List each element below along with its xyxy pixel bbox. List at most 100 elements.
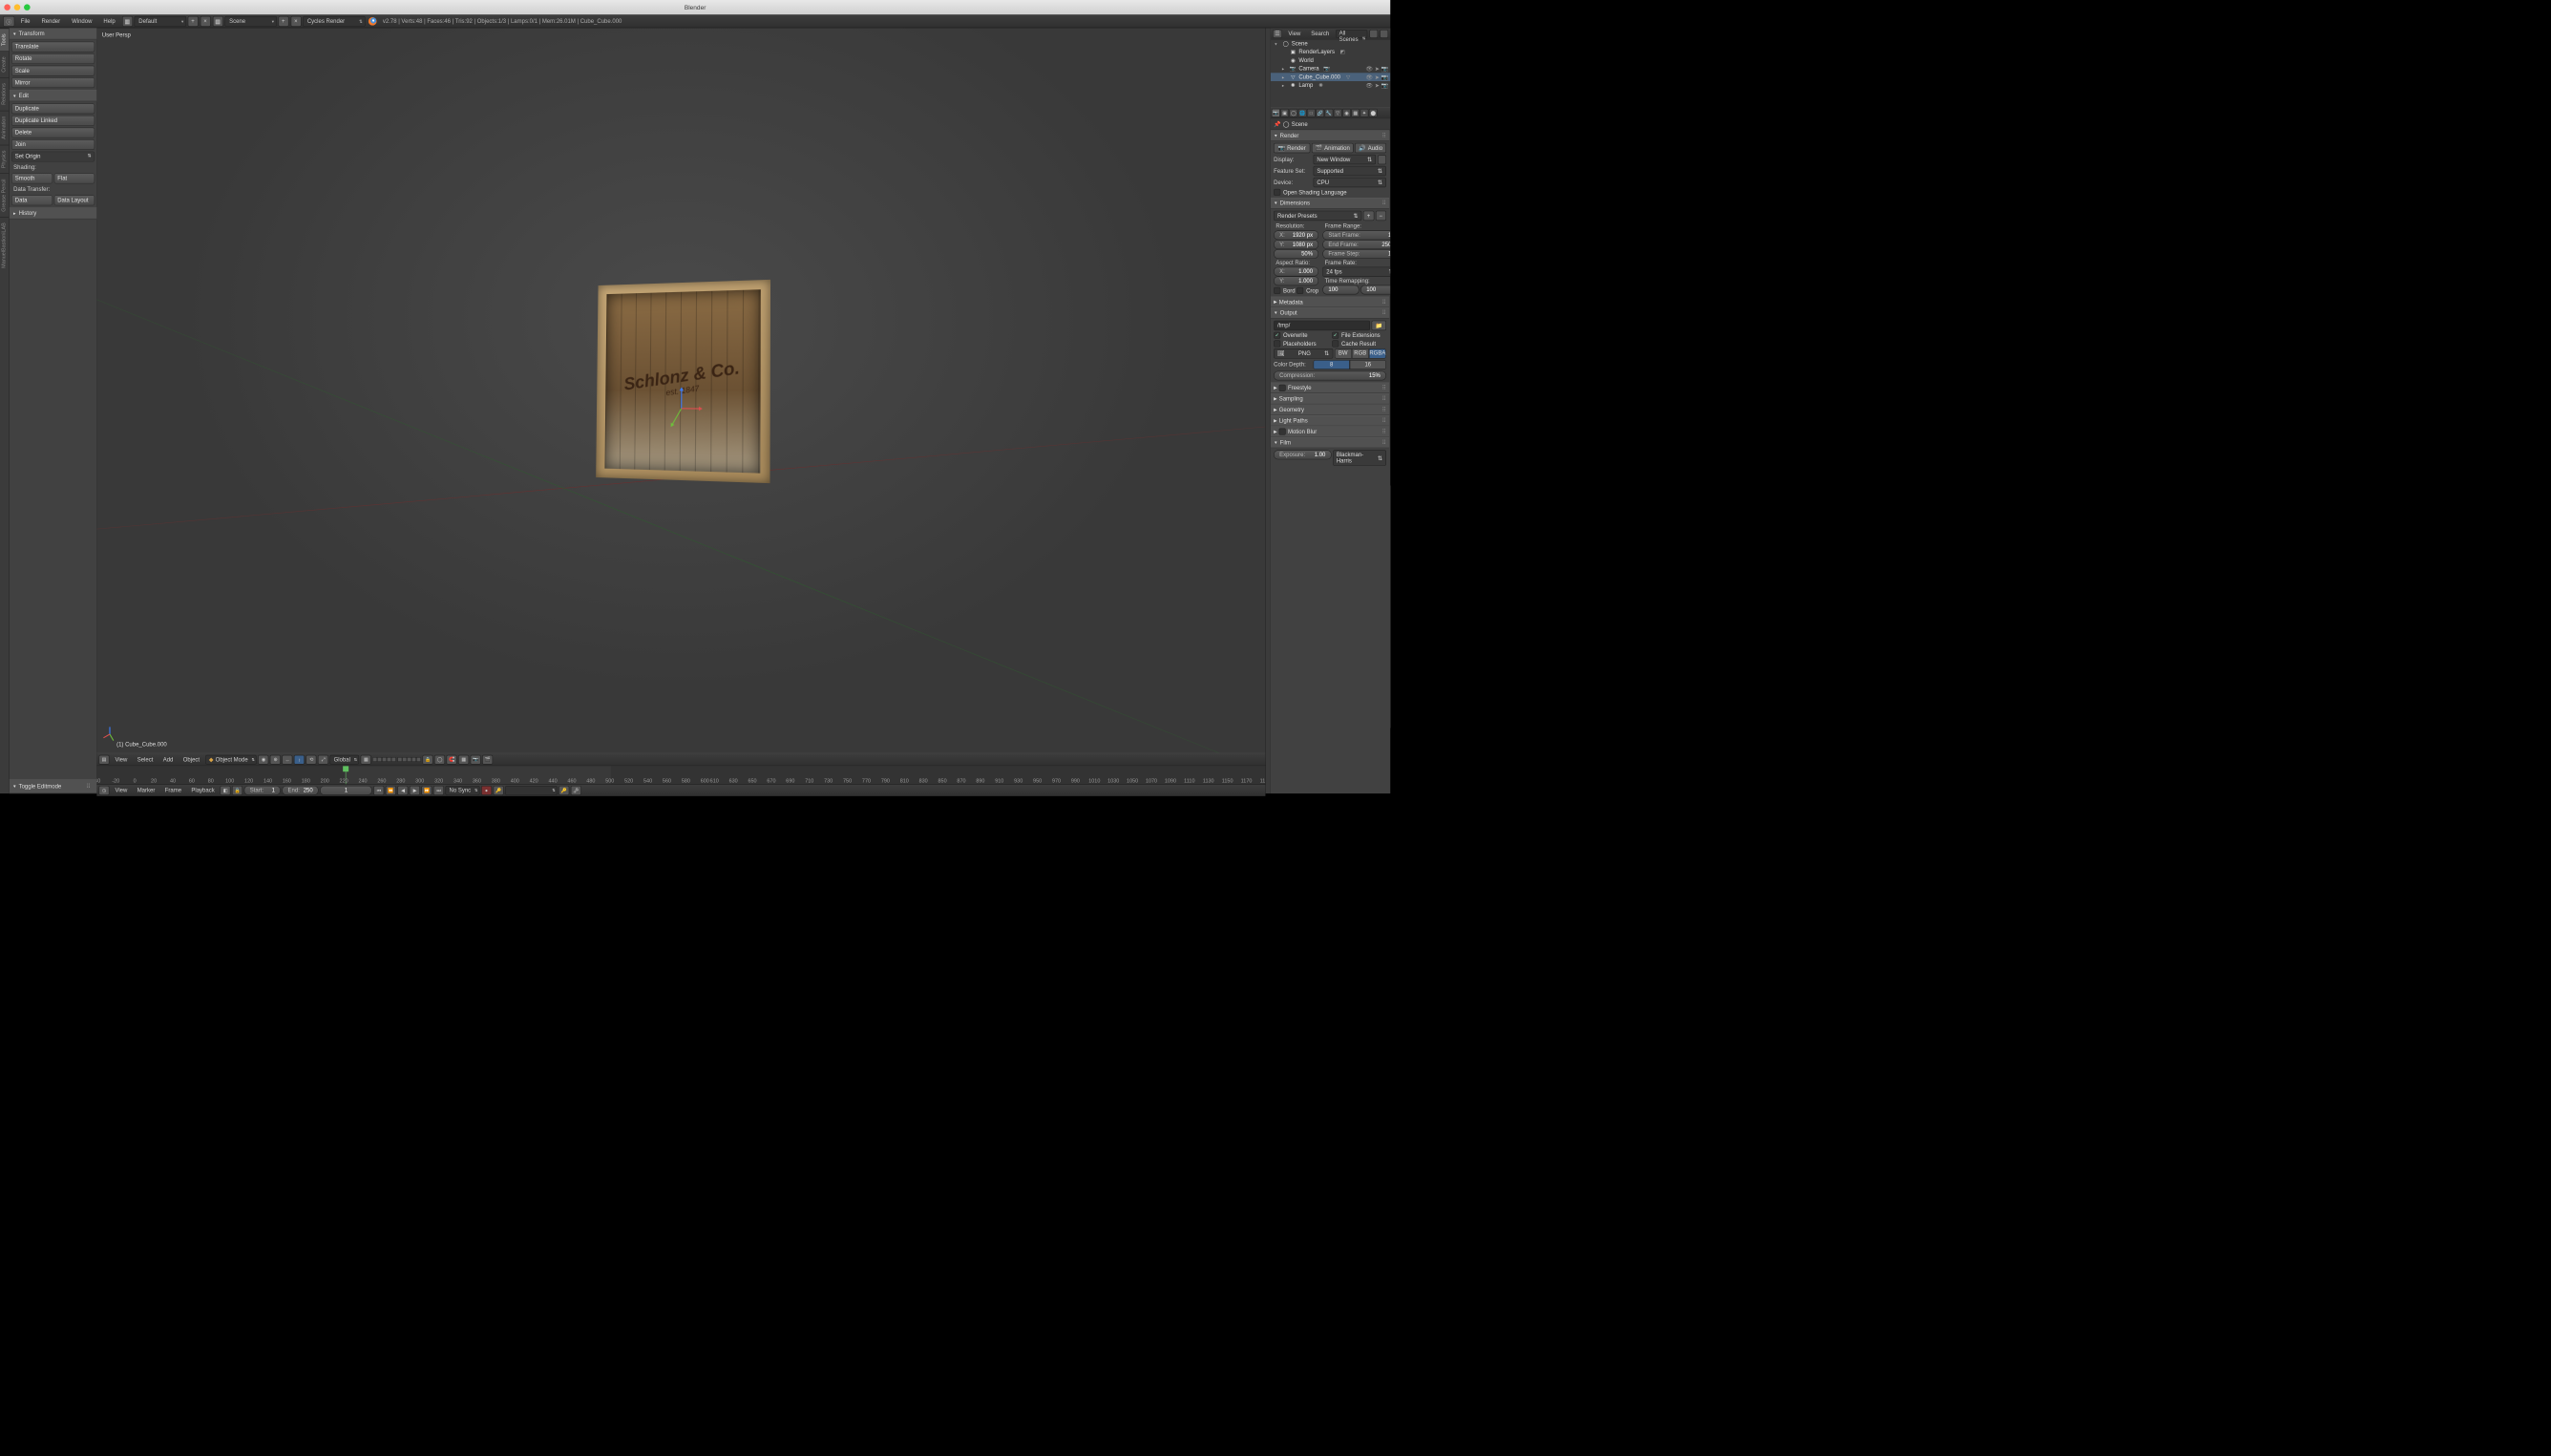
depth-16-button[interactable]: 16	[1350, 360, 1386, 369]
view3d-menu-select[interactable]: Select	[133, 756, 157, 763]
del-screen-icon[interactable]: ×	[200, 16, 211, 27]
props-scroll[interactable]: ▼Render⠿ 📷Render 🎬Animation 🔊Audio Displ…	[1271, 130, 1390, 793]
delete-key-icon[interactable]: 🗝	[571, 786, 581, 795]
sec-film-hdr[interactable]: ▼Film⠿	[1271, 437, 1389, 448]
mirror-button[interactable]: Mirror	[11, 77, 95, 88]
manip-rotate-icon[interactable]: ⟲	[306, 755, 317, 765]
manip-translate-icon[interactable]: ↕	[294, 755, 305, 765]
manip-scale-icon[interactable]: ⤢	[318, 755, 328, 765]
animation-button[interactable]: 🎬Animation	[1312, 143, 1354, 153]
props-tab-scene[interactable]: ◯	[1290, 109, 1298, 117]
add-screen-icon[interactable]: +	[188, 16, 199, 27]
remap-new-field[interactable]: 100	[1360, 285, 1390, 295]
sec-geometry-hdr[interactable]: ▶Geometry⠿	[1271, 404, 1389, 414]
add-scene-icon[interactable]: +	[278, 16, 288, 27]
scene-dd[interactable]: Scene▾	[224, 16, 277, 27]
panel-history-hdr[interactable]: ▼History	[10, 207, 97, 219]
format-dd[interactable]: 🖼PNG⇅	[1274, 348, 1333, 358]
current-frame-field[interactable]: 1	[320, 786, 372, 795]
compression-field[interactable]: Compression:15%	[1274, 371, 1386, 381]
render-button[interactable]: 📷Render	[1274, 143, 1310, 153]
sync-mode-dd[interactable]: No Sync⇅	[446, 786, 480, 795]
layers-widget[interactable]	[372, 757, 421, 762]
end-frame-prop[interactable]: End Frame:250	[1322, 240, 1390, 249]
placeholders-checkbox[interactable]: Placeholders	[1274, 340, 1328, 347]
manipulator-x-icon[interactable]	[682, 408, 703, 409]
jump-prev-key-icon[interactable]: ⏪	[386, 786, 396, 795]
res-pct-field[interactable]: 50%	[1274, 249, 1318, 259]
frame-step-prop[interactable]: Frame Step:1	[1322, 249, 1390, 259]
vtab-grease-pencil[interactable]: Grease Pencil	[0, 173, 9, 217]
delete-button[interactable]: Delete	[11, 128, 95, 138]
aspect-x-field[interactable]: X:1.000	[1274, 267, 1318, 277]
file-ext-checkbox[interactable]: ✓File Extensions	[1332, 332, 1386, 339]
menu-file[interactable]: File	[15, 18, 35, 25]
vtab-animation[interactable]: Animation	[0, 111, 9, 145]
orientation-dd[interactable]: Global⇅	[330, 755, 359, 765]
vtab-tools[interactable]: Tools	[0, 28, 9, 51]
props-tab-particles[interactable]: ✦	[1360, 109, 1369, 117]
timeline-menu-marker[interactable]: Marker	[133, 788, 158, 794]
browse-output-icon[interactable]: 📁	[1372, 321, 1386, 330]
lock-range-icon[interactable]: 🔒	[232, 786, 242, 795]
depth-8-button[interactable]: 8	[1314, 360, 1350, 369]
manipulator-z-icon[interactable]	[681, 388, 682, 409]
pixel-filter-dd[interactable]: Blackman-Harris⇅	[1333, 450, 1386, 465]
screen-layout-dd[interactable]: Default▾	[134, 16, 186, 27]
lock-interface-icon[interactable]	[1378, 155, 1386, 164]
border-checkbox[interactable]: Bord	[1274, 287, 1295, 294]
outliner-menu-view[interactable]: View	[1284, 31, 1305, 37]
sec-freestyle-hdr[interactable]: ▶Freestyle⠿	[1271, 383, 1389, 393]
del-scene-icon[interactable]: ×	[290, 16, 301, 27]
outliner-row[interactable]: ▣RenderLayers◩	[1271, 48, 1390, 56]
output-path-field[interactable]: /tmp/	[1274, 321, 1370, 330]
viewport-object[interactable]: Schlonz & Co. est. 1847	[596, 280, 770, 483]
outliner-row[interactable]: ▾◯Scene	[1271, 39, 1390, 48]
set-origin-dd[interactable]: Set Origin⇅	[11, 152, 95, 162]
outliner-plus-icon[interactable]	[1380, 30, 1388, 38]
device-dd[interactable]: CPU⇅	[1314, 178, 1386, 187]
vtab-physics[interactable]: Physics	[0, 144, 9, 173]
shading-dd-icon[interactable]: ◉	[259, 755, 269, 765]
jump-end-icon[interactable]: ⏭	[433, 786, 444, 795]
menu-window[interactable]: Window	[67, 18, 97, 25]
blender-icon[interactable]: ⓘ	[3, 16, 14, 27]
data-layout-button[interactable]: Data Layout	[53, 195, 95, 205]
props-tab-texture[interactable]: ▦	[1351, 109, 1360, 117]
props-tab-render[interactable]: 📷	[1272, 109, 1280, 117]
color-rgb-button[interactable]: RGB	[1352, 348, 1369, 358]
keying-set-dd[interactable]: ⇅	[505, 786, 558, 795]
smooth-button[interactable]: Smooth	[11, 173, 53, 183]
end-frame-field[interactable]: End:250	[283, 786, 319, 795]
color-bw-button[interactable]: BW	[1335, 348, 1352, 358]
outliner-row[interactable]: ▸▽Cube_Cube.000▽👁➤📷	[1271, 73, 1390, 81]
rotate-button[interactable]: Rotate	[11, 53, 95, 64]
snap-mode-icon[interactable]: ▦	[458, 755, 469, 765]
vtab-create[interactable]: Create	[0, 52, 9, 78]
timeline-editor-icon[interactable]: ◷	[99, 786, 110, 795]
editor-type-icon[interactable]: ▤	[99, 755, 110, 765]
insert-key-icon[interactable]: 🔑	[559, 786, 569, 795]
view3d-menu-object[interactable]: Object	[179, 756, 203, 763]
props-tab-modifiers[interactable]: 🔧	[1325, 109, 1334, 117]
keying-set-icon[interactable]: 🔑	[494, 786, 504, 795]
preset-add-icon[interactable]: +	[1363, 211, 1374, 221]
menu-render[interactable]: Render	[36, 18, 66, 25]
res-x-field[interactable]: X:1920 px	[1274, 230, 1318, 240]
outliner-row[interactable]: ◉World	[1271, 56, 1390, 65]
crop-checkbox[interactable]: Crop	[1297, 287, 1318, 294]
render-engine-dd[interactable]: Cycles Render⇅	[303, 16, 365, 27]
display-dd[interactable]: New Window⇅	[1314, 155, 1376, 164]
timeline-menu-playback[interactable]: Playback	[187, 788, 219, 794]
manip-toggle-icon[interactable]: ↔	[283, 755, 293, 765]
zoom-icon[interactable]	[24, 4, 31, 11]
data-button[interactable]: Data	[11, 195, 53, 205]
view3d-menu-add[interactable]: Add	[158, 756, 177, 763]
duplicate-linked-button[interactable]: Duplicate Linked	[11, 116, 95, 126]
render-presets-dd[interactable]: Render Presets⇅	[1274, 211, 1361, 221]
aspect-y-field[interactable]: Y:1.000	[1274, 276, 1318, 285]
autokey-record-icon[interactable]: ●	[481, 786, 492, 795]
feature-dd[interactable]: Supported⇅	[1314, 166, 1386, 176]
lock-scene-icon[interactable]: 🔒	[423, 755, 433, 765]
pin-icon[interactable]: 📌	[1274, 120, 1280, 127]
